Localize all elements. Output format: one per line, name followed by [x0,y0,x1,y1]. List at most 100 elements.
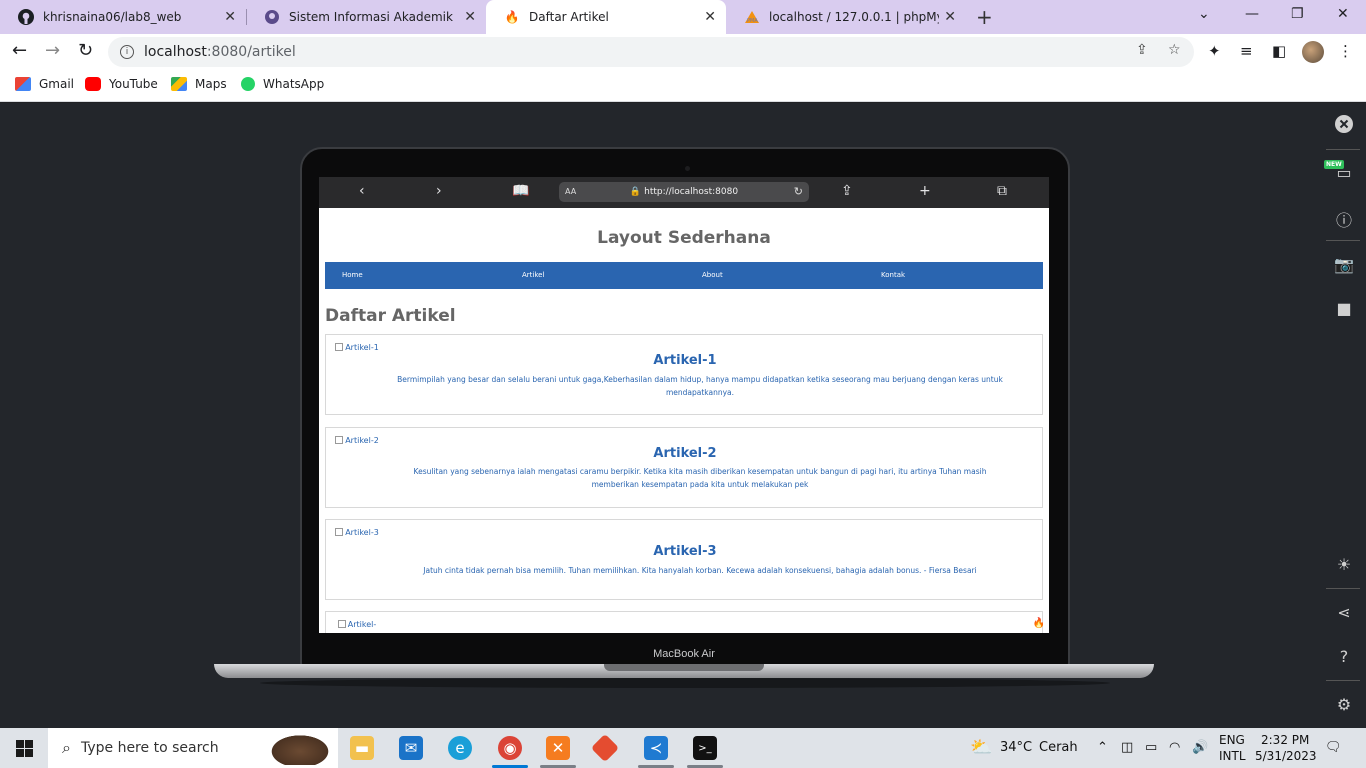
search-highlight-image[interactable] [264,731,336,765]
tab-daftar-artikel[interactable]: 🔥 Daftar Artikel ✕ [486,0,726,34]
bookmark-label: WhatsApp [263,77,325,91]
clock-time[interactable]: 2:32 PM [1261,733,1309,747]
weather-temp[interactable]: 34°C [1000,740,1032,755]
nav-about[interactable]: About [702,271,723,279]
media-control-icon[interactable]: ≡ [1240,42,1253,60]
extensions-icon[interactable]: ✦ [1208,42,1221,60]
safari-address-bar[interactable]: AA 🔒 http://localhost:8080 ↻ [559,182,809,202]
bookmark-star-icon[interactable]: ☆ [1168,42,1181,58]
minimize-icon[interactable]: — [1245,6,1259,22]
battery-icon[interactable]: ▭ [1145,740,1157,755]
article-title[interactable]: Artikel-2 [326,446,1044,461]
mail-icon[interactable]: ✉ [399,736,423,760]
safari-forward-icon[interactable]: › [436,183,442,199]
help-icon[interactable]: ? [1334,647,1354,666]
xampp-icon[interactable]: ✕ [546,736,570,760]
safari-reload-icon[interactable]: ↻ [794,185,803,198]
clock-date[interactable]: 5/31/2023 [1255,749,1317,763]
brightness-icon[interactable]: ☀ [1334,555,1354,574]
share-panel-icon[interactable]: ⋖ [1334,603,1354,622]
safari-new-tab-icon[interactable]: + [919,183,931,199]
webpage: Layout Sederhana Home Artikel About Kont… [319,208,1049,633]
nav-kontak[interactable]: Kontak [881,271,905,279]
address-bar[interactable]: i localhost:8080/artikel [108,37,1194,67]
article-desc: Bermimpilah yang besar dan selalu berani… [397,375,1003,397]
laptop-shadow [260,678,1110,688]
flame-icon: 🔥 [504,10,520,24]
notification-icon[interactable]: 🗨 [1325,740,1342,755]
safari-tabs-icon[interactable]: ⧉ [997,183,1007,199]
windows-start-icon[interactable] [16,740,33,757]
broken-image-icon [335,436,344,444]
camera-icon [685,166,690,171]
file-explorer-icon[interactable]: ▬ [350,736,374,760]
share-icon[interactable]: ⇪ [1136,42,1148,58]
tray-chevron-icon[interactable]: ⌃ [1097,740,1108,755]
back-icon[interactable]: ← [12,40,27,61]
vscode-icon[interactable]: ≺ [644,736,668,760]
info-icon[interactable]: ⓘ [1334,207,1354,231]
safari-aa[interactable]: AA [565,187,576,196]
close-panel-icon[interactable] [1334,115,1354,137]
bookmarks-bar: Gmail YouTube Maps WhatsApp [0,70,1366,102]
safari-back-icon[interactable]: ‹ [359,183,365,199]
reload-icon[interactable]: ↻ [78,40,93,61]
tab-search-icon[interactable]: ⌄ [1198,6,1210,22]
search-icon: ⌕ [62,738,71,757]
teams-icon[interactable]: ◫ [1121,740,1133,755]
close-icon[interactable]: ✕ [464,9,476,25]
site-info-icon[interactable]: i [120,45,134,59]
volume-icon[interactable]: 🔊 [1192,740,1208,755]
device-toggle-icon[interactable]: ▭ [1334,163,1354,182]
side-panel-icon[interactable]: ◧ [1272,42,1286,60]
broken-image-icon [337,620,346,628]
video-record-icon[interactable]: ■ [1334,299,1354,318]
screenshot-icon[interactable]: 📷 [1334,255,1354,274]
close-icon[interactable]: ✕ [944,9,956,25]
panel-divider [1326,588,1360,589]
settings-gear-icon[interactable]: ⚙ [1334,695,1354,714]
windows-taskbar: ⌕ Type here to search ▬ ✉ e ◉ ✕ ≺ >_ ⛅ 3… [0,728,1366,768]
wifi-icon[interactable]: ◠ [1169,740,1180,755]
tab-title: Daftar Artikel [529,10,609,24]
academic-icon [264,9,280,25]
flame-icon[interactable]: 🔥 [1033,618,1045,629]
bookmark-youtube[interactable]: YouTube [85,77,158,91]
new-tab-button[interactable]: + [976,5,993,29]
bookmark-gmail[interactable]: Gmail [15,77,74,91]
article-title[interactable]: Artikel-3 [326,544,1044,559]
bookmark-whatsapp[interactable]: WhatsApp [241,77,324,91]
close-window-icon[interactable]: ✕ [1337,6,1349,22]
chrome-icon[interactable]: ◉ [498,736,522,760]
git-icon[interactable] [590,733,620,763]
profile-avatar[interactable] [1302,41,1324,63]
menu-icon[interactable]: ⋮ [1338,42,1353,60]
article-title[interactable]: Artikel-1 [326,353,1044,368]
close-icon[interactable]: ✕ [224,9,236,25]
bookmark-label: YouTube [109,77,158,91]
tab-phpmyadmin[interactable]: PMA localhost / 127.0.0.1 | phpMyAdmin ✕ [726,0,966,34]
nav-artikel[interactable]: Artikel [522,271,544,279]
safari-book-icon[interactable]: 📖 [512,183,529,199]
bookmark-maps[interactable]: Maps [171,77,227,91]
article-card: Artikel-3 Artikel-3 Jatuh cinta tidak pe… [325,519,1043,600]
maximize-icon[interactable]: ❐ [1291,6,1304,22]
browser-toolbar: ← → ↻ i localhost:8080/artikel ⇪ ☆ ✦ ≡ ◧… [0,34,1366,70]
tab-sistem-informasi[interactable]: Sistem Informasi Akademik ✕ [246,0,486,34]
forward-icon[interactable]: → [45,40,60,61]
close-icon[interactable]: ✕ [704,9,716,25]
nav-home[interactable]: Home [342,271,363,279]
weather-icon[interactable]: ⛅ [970,737,992,758]
lock-icon: 🔒 [629,187,642,197]
lang-bottom[interactable]: INTL [1219,749,1246,763]
tab-github[interactable]: khrisnaina06/lab8_web ✕ [0,0,246,34]
svg-text:PMA: PMA [747,18,758,24]
terminal-icon[interactable]: >_ [693,736,717,760]
edge-icon[interactable]: e [448,736,472,760]
panel-divider [1326,149,1360,150]
weather-text[interactable]: Cerah [1039,740,1078,755]
lang-top[interactable]: ENG [1219,733,1245,747]
article-desc: Kesulitan yang sebenarnya ialah mengatas… [413,467,987,489]
safari-share-icon[interactable]: ⇪ [841,183,853,199]
article-card: Artikel- [325,611,1043,633]
